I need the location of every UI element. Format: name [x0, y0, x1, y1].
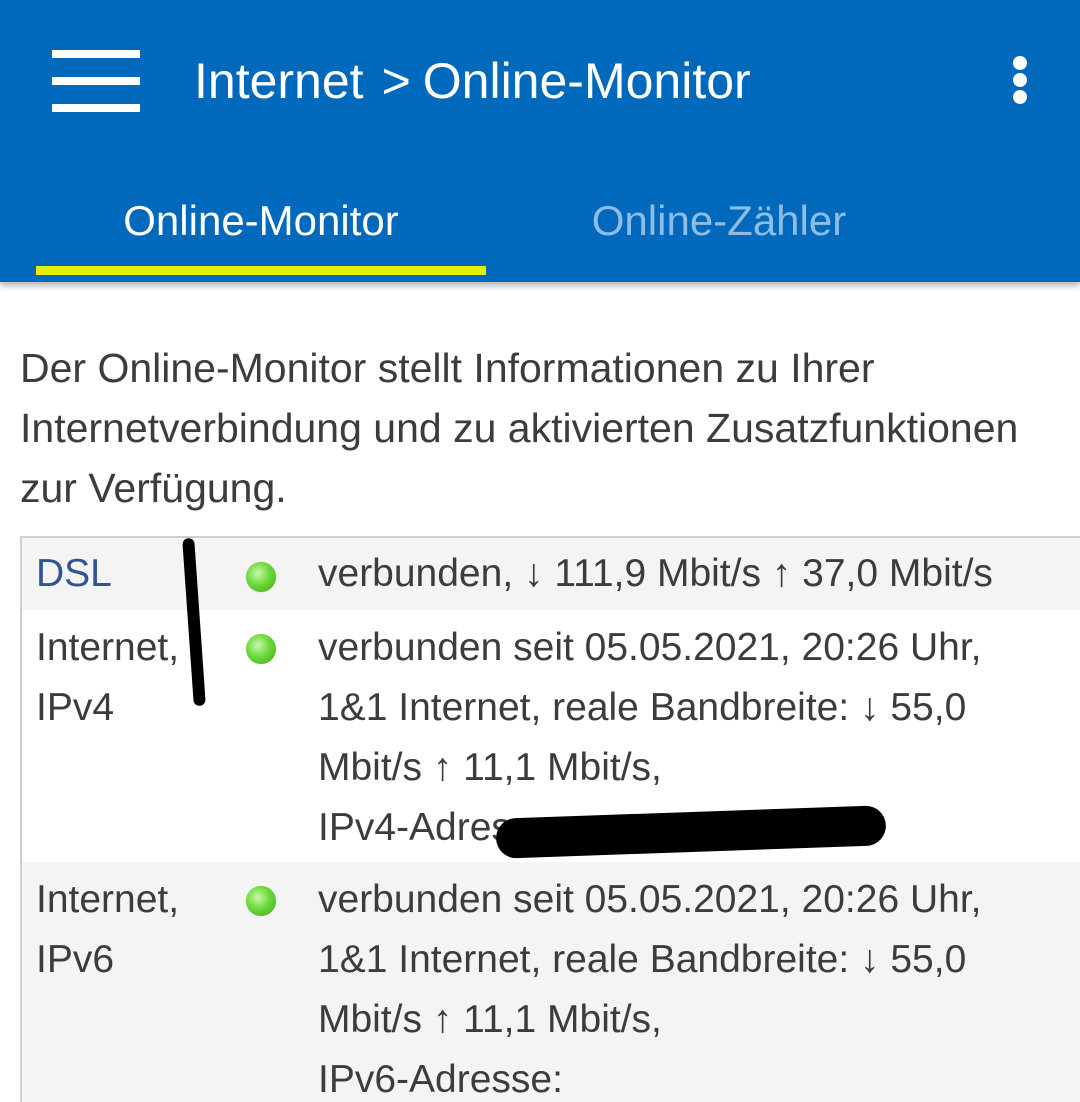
ipv6-status-line-2: 1&1 Internet, reale Bandbreite: ↓ 55,0	[318, 938, 967, 981]
table-row-ipv4: Internet, IPv4 verbunden seit 05.05.2021…	[22, 610, 1080, 862]
ipv6-label-line-2: IPv6	[36, 938, 115, 981]
app-header: Internet > Online-Monitor Online-Monitor O…	[0, 0, 1080, 282]
page-title: Online-Monitor	[422, 53, 751, 109]
dsl-status-value: verbunden, ↓ 111,9 Mbit/s ↑ 37,0 Mbit/s	[318, 552, 993, 595]
tab-online-zaehler[interactable]: Online-Zähler	[494, 190, 944, 252]
table-row-ipv6: Internet, IPv6 verbunden seit 05.05.2021…	[22, 862, 1080, 1102]
ipv6-status-line-3: Mbit/s ↑ 11,1 Mbit/s,	[318, 998, 662, 1041]
menu-button[interactable]	[38, 36, 154, 126]
more-options-button[interactable]	[996, 46, 1044, 114]
ipv6-label-line-1: Internet,	[36, 878, 180, 921]
green-status-led-icon	[246, 634, 276, 664]
dsl-link[interactable]: DSL	[36, 544, 112, 604]
table-row-dsl: DSL verbunden, ↓ 111,9 Mbit/s ↑ 37,0 Mbi…	[22, 538, 1080, 610]
status-table: DSL verbunden, ↓ 111,9 Mbit/s ↑ 37,0 Mbi…	[20, 536, 1080, 1102]
breadcrumb: Internet > Online-Monitor	[194, 50, 751, 112]
ipv4-status-line-3: Mbit/s ↑ 11,1 Mbit/s,	[318, 746, 662, 789]
ipv4-status-line-2: 1&1 Internet, reale Bandbreite: ↓ 55,0	[318, 686, 967, 729]
green-status-led-icon	[246, 562, 276, 592]
active-tab-indicator	[36, 266, 486, 275]
breadcrumb-separator: >	[381, 53, 411, 109]
ipv4-label-line-1: Internet,	[36, 626, 180, 669]
tab-online-monitor[interactable]: Online-Monitor	[36, 190, 486, 252]
breadcrumb-parent[interactable]: Internet	[194, 53, 364, 109]
ipv6-status-line-1: verbunden seit 05.05.2021, 20:26 Uhr,	[318, 878, 982, 921]
ipv4-status-line-1: verbunden seit 05.05.2021, 20:26 Uhr,	[318, 626, 982, 669]
ipv4-label-line-2: IPv4	[36, 686, 115, 729]
green-status-led-icon	[246, 886, 276, 916]
ipv6-status-line-4: IPv6-Adresse:	[318, 1058, 563, 1101]
intro-text: Der Online-Monitor stellt Informationen …	[20, 345, 1019, 511]
